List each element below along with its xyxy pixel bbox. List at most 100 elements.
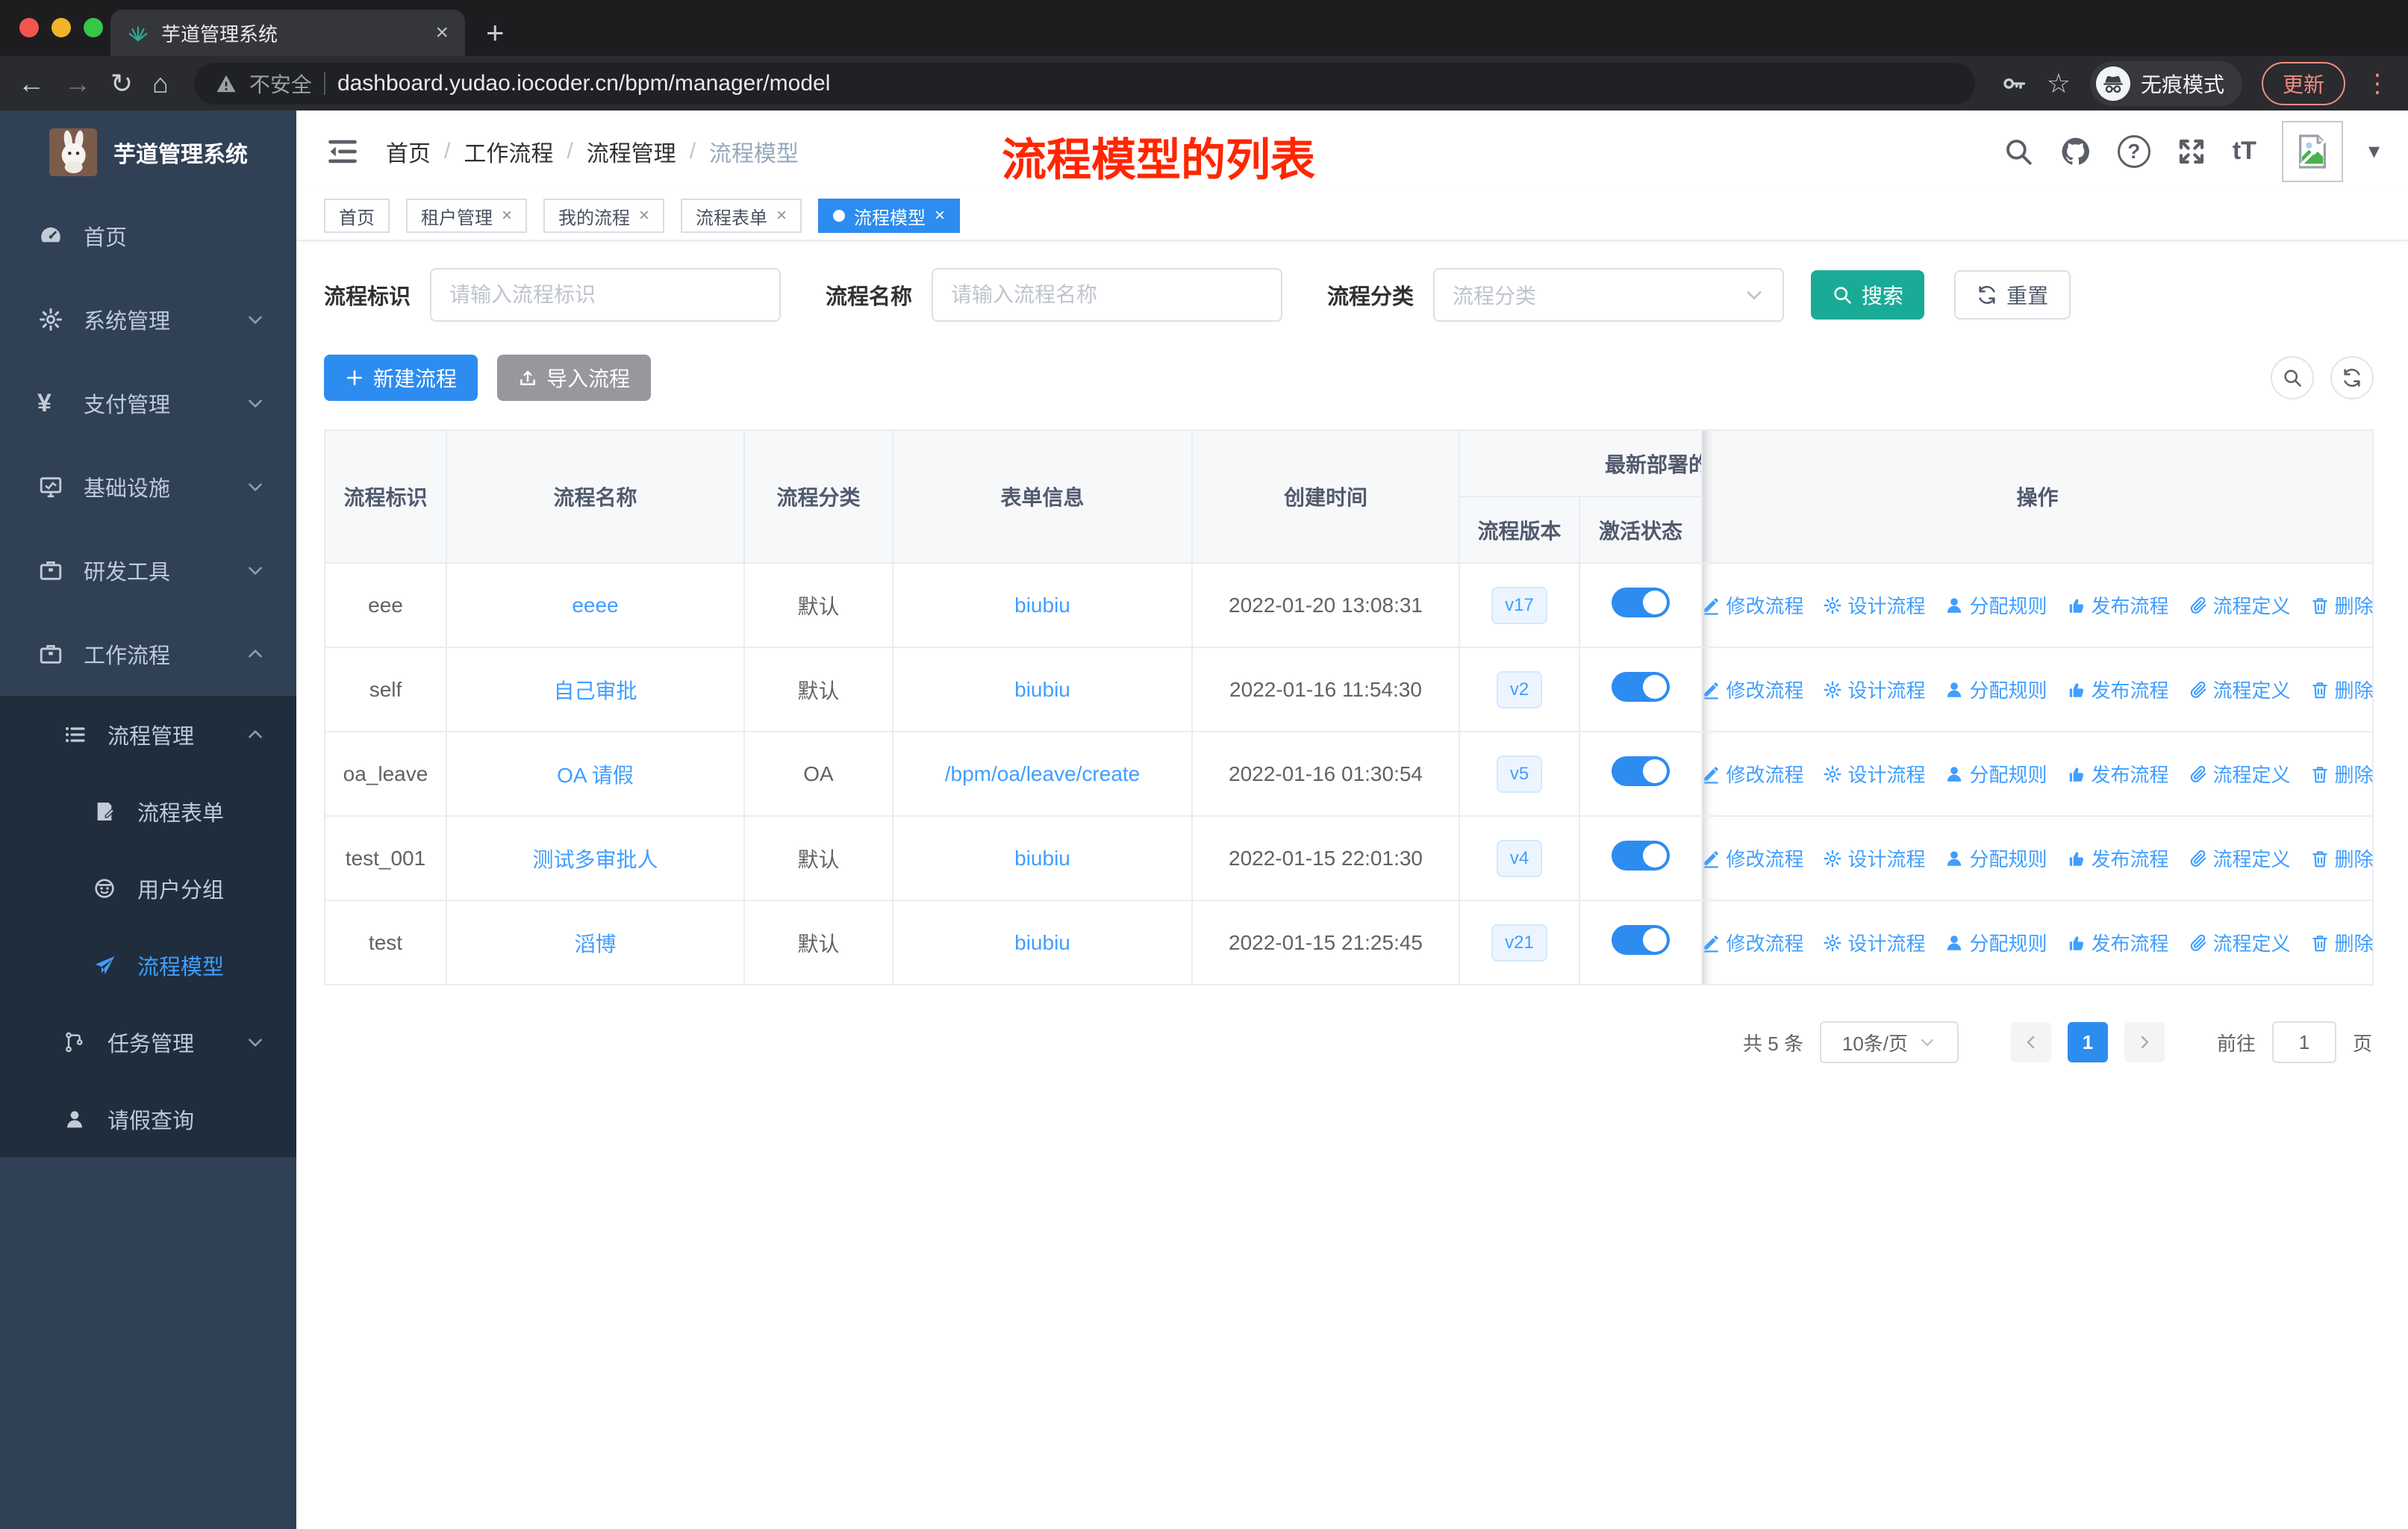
breadcrumb-workflow[interactable]: 工作流程 (464, 135, 553, 168)
process-category-select[interactable]: 流程分类 (1433, 268, 1785, 322)
github-icon[interactable] (2059, 135, 2092, 168)
assign-rule-action[interactable]: 分配规则 (1944, 591, 2047, 619)
sidebar-item-system[interactable]: 系统管理 (0, 278, 296, 361)
page-size-select[interactable]: 10条/页 (1819, 1021, 1959, 1063)
design-process-action[interactable]: 设计流程 (1823, 676, 1925, 703)
fullscreen-icon[interactable] (2176, 136, 2207, 167)
form-info-link[interactable]: biubiu (1014, 931, 1070, 954)
active-toggle[interactable] (1612, 672, 1670, 702)
design-process-action[interactable]: 设计流程 (1823, 929, 1925, 956)
browser-tab[interactable]: 芋道管理系统 × (110, 10, 465, 56)
sidebar-item-devtools[interactable]: 研发工具 (0, 529, 296, 612)
sidebar-item-task-management[interactable]: 任务管理 (0, 1003, 296, 1080)
import-process-button[interactable]: 导入流程 (497, 355, 652, 401)
sidebar-item-payment[interactable]: ¥ 支付管理 (0, 361, 296, 445)
version-badge[interactable]: v4 (1496, 839, 1543, 877)
process-name-link[interactable]: eeee (572, 594, 618, 617)
breadcrumb-home[interactable]: 首页 (386, 135, 431, 168)
sidebar-item-user-group[interactable]: 用户分组 (0, 850, 296, 927)
form-info-link[interactable]: biubiu (1014, 847, 1070, 870)
publish-process-action[interactable]: 发布流程 (2067, 676, 2169, 703)
process-name-link[interactable]: OA 请假 (557, 764, 634, 787)
tag-close-icon[interactable]: × (639, 205, 649, 226)
browser-menu-icon[interactable]: ⋮ (2365, 69, 2390, 99)
reload-icon[interactable]: ↻ (110, 69, 133, 97)
create-process-button[interactable]: 新建流程 (324, 355, 478, 401)
version-badge[interactable]: v5 (1496, 755, 1543, 793)
reset-button[interactable]: 重置 (1954, 270, 2071, 320)
version-badge[interactable]: v17 (1491, 586, 1547, 624)
process-definition-action[interactable]: 流程定义 (2189, 844, 2291, 872)
assign-rule-action[interactable]: 分配规则 (1944, 676, 2047, 703)
design-process-action[interactable]: 设计流程 (1823, 844, 1925, 872)
window-close-button[interactable] (19, 18, 39, 37)
delete-action[interactable]: 删除 (2310, 844, 2374, 872)
sidebar-item-workflow[interactable]: 工作流程 (0, 612, 296, 696)
delete-action[interactable]: 删除 (2310, 591, 2374, 619)
forward-icon[interactable]: → (64, 69, 91, 97)
active-toggle[interactable] (1612, 925, 1670, 955)
update-button[interactable]: 更新 (2261, 61, 2345, 105)
goto-page-input[interactable] (2271, 1021, 2336, 1063)
process-definition-action[interactable]: 流程定义 (2189, 591, 2291, 619)
sidebar-item-home[interactable]: 首页 (0, 194, 296, 278)
form-info-link[interactable]: biubiu (1014, 594, 1070, 617)
window-minimize-button[interactable] (52, 18, 71, 37)
tag-my-process[interactable]: 我的流程 × (543, 199, 665, 233)
process-definition-action[interactable]: 流程定义 (2189, 676, 2291, 703)
sidebar-item-infra[interactable]: 基础设施 (0, 445, 296, 529)
refresh-table-button[interactable] (2330, 356, 2374, 399)
tag-close-icon[interactable]: × (776, 205, 787, 226)
process-name-link[interactable]: 自己审批 (553, 679, 637, 703)
assign-rule-action[interactable]: 分配规则 (1944, 760, 2047, 788)
design-process-action[interactable]: 设计流程 (1823, 591, 1925, 619)
delete-action[interactable]: 删除 (2310, 676, 2374, 703)
delete-action[interactable]: 删除 (2310, 760, 2374, 788)
home-icon[interactable]: ⌂ (152, 69, 169, 97)
avatar-caret-icon[interactable]: ▾ (2368, 138, 2380, 164)
publish-process-action[interactable]: 发布流程 (2067, 760, 2169, 788)
tag-process-model[interactable]: 流程模型 × (818, 199, 961, 233)
publish-process-action[interactable]: 发布流程 (2067, 844, 2169, 872)
form-info-link[interactable]: /bpm/oa/leave/create (945, 762, 1141, 785)
modify-process-action[interactable]: 修改流程 (1701, 676, 1803, 703)
current-page-button[interactable]: 1 (2067, 1022, 2108, 1062)
tab-close-icon[interactable]: × (435, 22, 449, 44)
window-zoom-button[interactable] (84, 18, 103, 37)
help-icon[interactable]: ? (2117, 134, 2150, 168)
breadcrumb-process-management[interactable]: 流程管理 (587, 135, 676, 168)
publish-process-action[interactable]: 发布流程 (2067, 929, 2169, 956)
tag-process-form[interactable]: 流程表单 × (681, 199, 802, 233)
url-field[interactable]: 不安全 dashboard.yudao.iocoder.cn/bpm/manag… (193, 62, 1975, 105)
process-name-input[interactable] (932, 268, 1283, 322)
assign-rule-action[interactable]: 分配规则 (1944, 929, 2047, 956)
assign-rule-action[interactable]: 分配规则 (1944, 844, 2047, 872)
modify-process-action[interactable]: 修改流程 (1701, 844, 1803, 872)
sidebar-item-process-management[interactable]: 流程管理 (0, 696, 296, 773)
search-icon[interactable] (2003, 136, 2034, 167)
menu-collapse-icon[interactable] (326, 135, 359, 168)
search-button[interactable]: 搜索 (1811, 270, 1925, 320)
prev-page-button[interactable] (2010, 1022, 2051, 1062)
publish-process-action[interactable]: 发布流程 (2067, 591, 2169, 619)
tag-tenant[interactable]: 租户管理 × (406, 199, 528, 233)
font-size-icon[interactable]: tT (2233, 137, 2256, 166)
sidebar-item-process-form[interactable]: 流程表单 (0, 773, 296, 850)
version-badge[interactable]: v21 (1491, 924, 1547, 962)
show-search-button[interactable] (2271, 356, 2314, 399)
tag-close-icon[interactable]: × (935, 205, 945, 226)
sidebar-item-leave-query[interactable]: 请假查询 (0, 1080, 296, 1157)
active-toggle[interactable] (1612, 841, 1670, 871)
version-badge[interactable]: v2 (1496, 670, 1543, 709)
avatar[interactable] (2281, 120, 2343, 182)
new-tab-button[interactable]: + (486, 17, 505, 49)
bookmark-star-icon[interactable]: ☆ (2047, 68, 2071, 99)
tag-home[interactable]: 首页 (324, 199, 390, 233)
password-key-icon[interactable] (2000, 70, 2027, 97)
modify-process-action[interactable]: 修改流程 (1701, 929, 1803, 956)
back-icon[interactable]: ← (18, 69, 45, 97)
process-name-link[interactable]: 滔博 (574, 932, 616, 956)
active-toggle[interactable] (1612, 588, 1670, 617)
modify-process-action[interactable]: 修改流程 (1701, 591, 1803, 619)
process-name-link[interactable]: 测试多审批人 (532, 848, 658, 871)
